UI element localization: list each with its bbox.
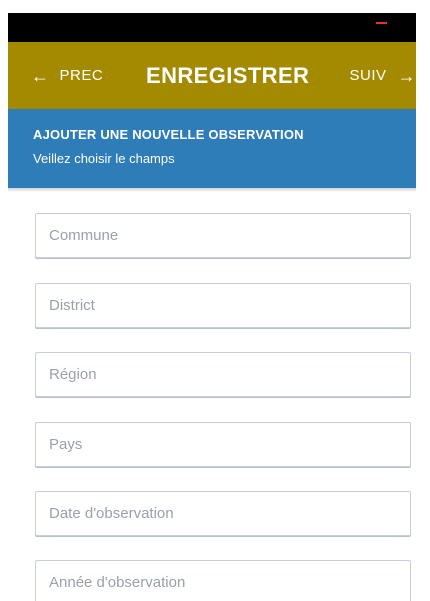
pays-input[interactable] bbox=[36, 423, 410, 466]
form-header: AJOUTER UNE NOUVELLE OBSERVATION Veillez… bbox=[0, 109, 430, 188]
annee-observation-field[interactable] bbox=[35, 560, 411, 601]
district-field[interactable] bbox=[35, 283, 411, 328]
arrow-right-icon: → bbox=[397, 65, 416, 86]
district-input[interactable] bbox=[36, 284, 410, 327]
date-observation-field[interactable] bbox=[35, 491, 411, 536]
left-edge bbox=[0, 0, 8, 601]
commune-field[interactable] bbox=[35, 213, 411, 258]
annee-observation-input[interactable] bbox=[36, 561, 410, 601]
region-input[interactable] bbox=[36, 353, 410, 396]
save-title-button[interactable]: ENREGISTRER bbox=[146, 42, 309, 109]
pays-field[interactable] bbox=[35, 422, 411, 467]
status-bar bbox=[0, 13, 430, 42]
header-title: AJOUTER UNE NOUVELLE OBSERVATION bbox=[33, 127, 304, 142]
app-screen: ← PREC ENREGISTRER SUIV → AJOUTER UNE NO… bbox=[0, 0, 430, 601]
next-label: SUIV bbox=[349, 67, 387, 84]
date-observation-input[interactable] bbox=[36, 492, 410, 535]
prev-label: PREC bbox=[59, 67, 104, 84]
arrow-left-icon: ← bbox=[31, 65, 50, 86]
header-subtitle: Veillez choisir le champs bbox=[33, 151, 175, 166]
status-indicator bbox=[376, 22, 387, 24]
region-field[interactable] bbox=[35, 352, 411, 397]
right-edge bbox=[416, 0, 430, 601]
prev-button[interactable]: ← PREC bbox=[31, 42, 103, 109]
commune-input[interactable] bbox=[36, 214, 410, 257]
app-bar: ← PREC ENREGISTRER SUIV → bbox=[0, 42, 430, 109]
